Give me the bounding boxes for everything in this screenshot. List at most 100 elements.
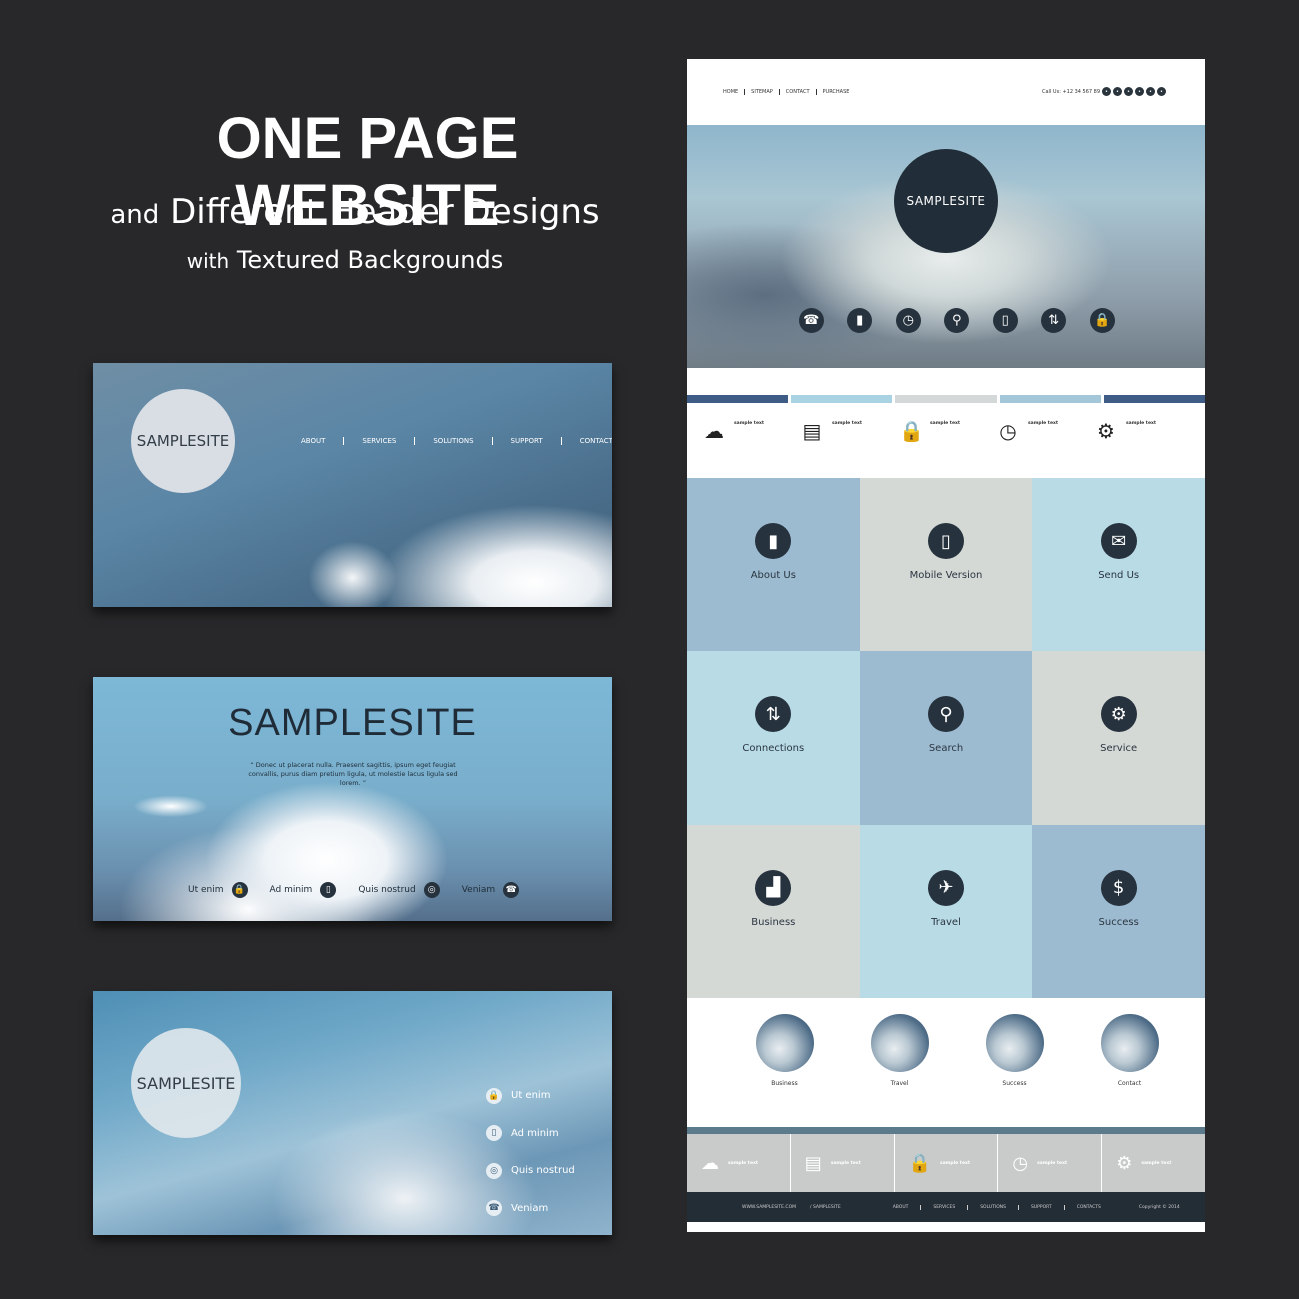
nav-link-about[interactable]: ABOUT <box>283 437 343 445</box>
tile-success[interactable]: $ Success <box>1032 824 1205 998</box>
banner-link[interactable]: ▯ Ad minim <box>486 1115 575 1153</box>
web-icon[interactable]: • <box>1124 87 1133 96</box>
link-label: Quis nostrud <box>358 885 416 895</box>
header-design-1: SAMPLESITE ABOUT SERVICES SOLUTIONS SUPPORT… <box>93 363 612 607</box>
target-icon: ◎ <box>423 882 440 898</box>
nav-link-sitemap[interactable]: SITEMAP <box>744 89 779 95</box>
tile-send-us[interactable]: ✉ Send Us <box>1032 478 1205 652</box>
phone-icon: ☎ <box>798 308 824 333</box>
hero-icon-item[interactable]: ⚲ <box>933 308 982 333</box>
lock-icon: 🔒 <box>899 419 924 443</box>
phone-icon: ☎ <box>503 882 520 898</box>
tile-connections[interactable]: ⇅ Connections <box>687 651 860 825</box>
footer-url[interactable]: WWW.SAMPLESITE.COM <box>742 1205 796 1210</box>
top-nav: HOME SITEMAP CONTACT PURCHASE <box>723 89 855 95</box>
hero-icon-item[interactable]: ▮ <box>836 308 885 333</box>
site-title: SAMPLESITE <box>228 702 477 744</box>
nav-link-services[interactable]: SERVICES <box>343 437 414 445</box>
feature-text: sample text <box>734 421 770 426</box>
clock-icon: ◷ <box>999 419 1017 443</box>
footer-link-solutions[interactable]: SOLUTIONS <box>967 1204 1018 1210</box>
tile-about-us[interactable]: ▮ About Us <box>687 478 860 652</box>
tile-service[interactable]: ⚙ Service <box>1032 651 1205 825</box>
tile-mobile-version[interactable]: ▯ Mobile Version <box>859 478 1033 652</box>
nav-link-contact[interactable]: CONTACT <box>778 89 816 95</box>
tile-title: About Us <box>750 570 796 581</box>
image-circles: Business Travel Success Contact <box>727 1014 1187 1087</box>
circle-image <box>985 1014 1044 1072</box>
feature-item: 🔒 sample text <box>899 411 997 441</box>
feature-text: sample text <box>728 1161 762 1166</box>
footer-link-about[interactable]: ABOUT <box>881 1205 921 1210</box>
social-icons: • • • • • • <box>1102 87 1166 96</box>
nav-link-home[interactable]: HOME <box>723 89 744 95</box>
tile-title: Connections <box>742 743 805 755</box>
one-page-website-mockup: HOME SITEMAP CONTACT PURCHASE Call Us: +12 … <box>687 59 1206 1232</box>
promo-tagline-small: with <box>186 249 230 273</box>
banner-links: Ut enim 🔒 Ad minim ▯ Quis nostrud ◎ Veniam ☎ <box>188 882 541 898</box>
banner-link[interactable]: Veniam ☎ <box>462 882 520 898</box>
feature-item: ▤ sample text <box>801 411 899 441</box>
chat-icon[interactable]: • <box>1146 87 1155 96</box>
footer-link-contacts[interactable]: CONTACTS <box>1063 1204 1113 1210</box>
banner-link[interactable]: ☎ Veniam <box>486 1190 575 1228</box>
banner-link[interactable]: 🔒 Ut enim <box>486 1077 575 1115</box>
settings-icon[interactable]: • <box>1113 87 1122 96</box>
feature-item: 🔒 sample text <box>893 1134 998 1192</box>
tile-title: Send Us <box>1098 570 1140 581</box>
feature-title: sample text <box>830 1160 861 1166</box>
connections-icon: ⇅ <box>755 696 792 733</box>
cloud-icon: ☁ <box>701 1152 719 1174</box>
color-bar <box>791 395 893 403</box>
circle-item[interactable]: Contact <box>1072 1014 1187 1087</box>
hero-icon-item[interactable]: 🔒 <box>1078 308 1127 333</box>
circle-item[interactable]: Travel <box>842 1014 957 1087</box>
banner-link[interactable]: Ut enim 🔒 <box>188 882 248 898</box>
feature-title: sample text <box>832 421 863 426</box>
circle-item[interactable]: Business <box>727 1014 842 1087</box>
nav-link-support[interactable]: SUPPORT <box>491 437 561 445</box>
feature-item: ☁ sample text <box>687 1134 790 1192</box>
feature-title: sample text <box>1028 421 1059 426</box>
color-bar <box>895 395 997 403</box>
gear-icon: ⚙ <box>1100 696 1137 733</box>
mobile-icon: ▯ <box>927 523 964 559</box>
feature-text: sample text <box>1126 421 1162 426</box>
circle-title: Business <box>771 1080 798 1087</box>
footer-link-support[interactable]: SUPPORT <box>1018 1204 1064 1210</box>
book-icon: ▮ <box>755 523 792 559</box>
tile-travel[interactable]: ✈ Travel <box>859 824 1033 998</box>
mobile-icon: ▯ <box>992 308 1018 333</box>
tile-business[interactable]: ▟ Business <box>687 824 860 998</box>
nav-link-solutions[interactable]: SOLUTIONS <box>414 437 491 445</box>
nav-link-contacts[interactable]: CONTACTS <box>560 437 612 445</box>
target-icon: ◎ <box>486 1162 502 1179</box>
hero-icon-item[interactable]: ☎ <box>787 308 836 333</box>
share-icon[interactable]: • <box>1135 87 1144 96</box>
banner-link[interactable]: ◎ Quis nostrud <box>486 1152 575 1190</box>
tile-search[interactable]: ⚲ Search <box>859 651 1033 825</box>
tile-grid: ▮ About Us ▯ Mobile Version ✉ Send Us ⇅ Connect… <box>687 478 1205 998</box>
mail-icon[interactable]: • <box>1157 87 1166 96</box>
home-icon[interactable]: • <box>1102 87 1111 96</box>
search-icon: ⚲ <box>944 308 970 333</box>
feature-item: ▤ sample text <box>789 1134 894 1192</box>
nav-link-purchase[interactable]: PURCHASE <box>815 89 856 95</box>
tile-title: Business <box>751 916 796 928</box>
hero-icon-item[interactable]: ⇅ <box>1030 308 1079 333</box>
copyright: Copyright © 2014 <box>1138 1204 1180 1210</box>
hero-icon-item[interactable]: ▯ <box>981 308 1030 333</box>
color-bar <box>999 395 1101 403</box>
footer-handle[interactable]: / SAMPLESITE <box>810 1205 841 1210</box>
circle-item[interactable]: Success <box>957 1014 1072 1087</box>
footer-link-services[interactable]: SERVICES <box>920 1204 967 1210</box>
gear-icon: ⚙ <box>1097 419 1115 443</box>
banner-link[interactable]: Ad minim ▯ <box>270 882 337 898</box>
hero-icon-item[interactable]: ◷ <box>884 308 933 333</box>
feature-title: sample text <box>728 1160 759 1166</box>
mobile-icon: ▯ <box>320 882 337 898</box>
promo-subtitle: and Different Header Designs <box>90 192 620 232</box>
hero-icons: ☎ ▮ ◷ ⚲ ▯ ⇅ 🔒 <box>787 308 1127 333</box>
header-design-3: SAMPLESITE 🔒 Ut enim ▯ Ad minim ◎ Quis nostru… <box>93 991 612 1235</box>
banner-link[interactable]: Quis nostrud ◎ <box>358 882 440 898</box>
